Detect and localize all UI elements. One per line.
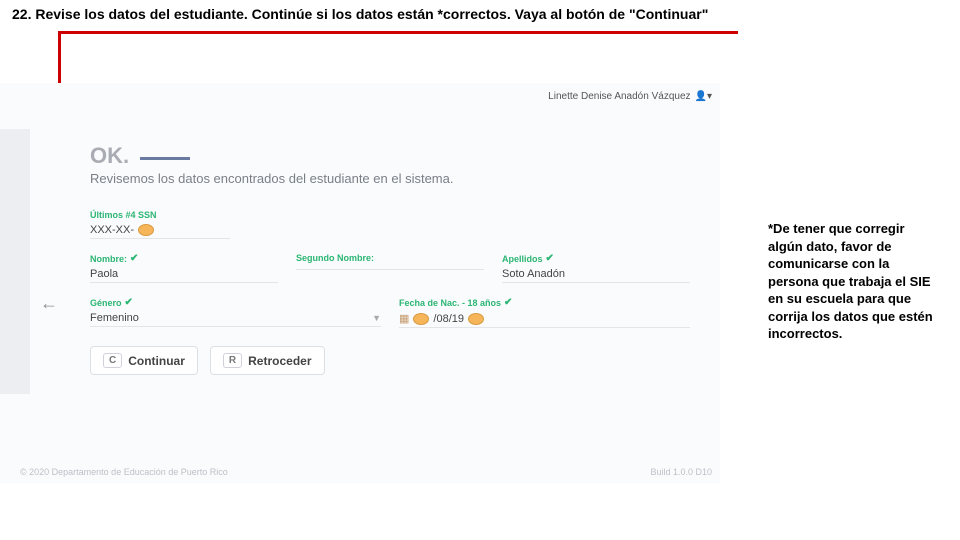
gender-label: Género✔: [90, 297, 381, 308]
app-screenshot: Linette Denise Anadón Vázquez 👤▾ ← OK. R…: [0, 83, 720, 483]
footer-right: Build 1.0.0 D10: [650, 467, 712, 477]
step-instruction: 22. Revise los datos del estudiante. Con…: [0, 0, 960, 28]
redacted-icon: [138, 224, 154, 236]
second-name-label: Segundo Nombre:: [296, 253, 484, 263]
user-menu[interactable]: Linette Denise Anadón Vázquez 👤▾: [548, 91, 712, 102]
kbd-r: R: [223, 353, 242, 368]
dob-value: ▦ /08/19: [399, 308, 690, 328]
main-content: OK. Revisemos los datos encontrados del …: [90, 143, 690, 375]
user-name: Linette Denise Anadón Vázquez: [548, 91, 690, 102]
lastname-label: Apellidos✔: [502, 253, 690, 264]
redacted-icon: [468, 313, 484, 325]
continue-button[interactable]: C Continuar: [90, 346, 198, 375]
left-sidebar: [0, 129, 30, 394]
lastname-value: Soto Anadón: [502, 264, 690, 283]
redacted-icon: [413, 313, 429, 325]
gender-select[interactable]: Femenino▼: [90, 308, 381, 327]
back-arrow-icon[interactable]: ←: [40, 293, 58, 314]
check-icon: ✔: [130, 253, 138, 264]
chevron-down-icon: ▼: [372, 313, 381, 323]
dob-label: Fecha de Nac. - 18 años✔: [399, 297, 690, 308]
footer-left: © 2020 Departamento de Educación de Puer…: [20, 467, 228, 477]
ssn-label: Últimos #4 SSN: [90, 210, 230, 220]
user-icon: 👤▾: [695, 91, 712, 102]
check-icon: ✔: [504, 297, 512, 308]
calendar-icon: ▦: [399, 312, 409, 325]
kbd-c: C: [103, 353, 122, 368]
name-value: Paola: [90, 264, 278, 283]
ssn-value: XXX-XX-: [90, 220, 230, 239]
back-button[interactable]: R Retroceder: [210, 346, 325, 375]
callout-line-h: [58, 31, 738, 34]
correction-note: *De tener que corregir algún dato, favor…: [768, 220, 938, 343]
ok-heading: OK.: [90, 143, 129, 169]
ok-underline: [140, 157, 190, 160]
check-icon: ✔: [125, 297, 133, 308]
check-icon: ✔: [546, 253, 554, 264]
name-label: Nombre:✔: [90, 253, 278, 264]
sub-heading: Revisemos los datos encontrados del estu…: [90, 171, 690, 186]
second-name-value: [296, 263, 484, 270]
